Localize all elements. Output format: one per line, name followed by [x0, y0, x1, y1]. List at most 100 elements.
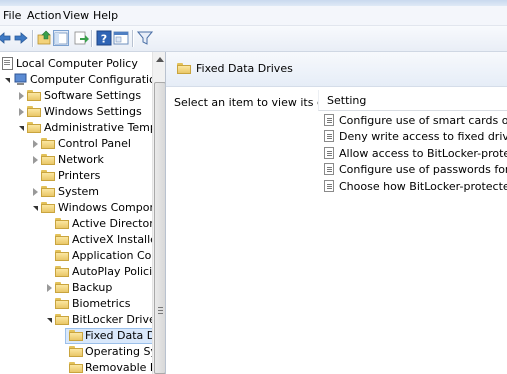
- computer-icon: [14, 73, 27, 85]
- tree-item-active-directory-federation[interactable]: Active Directory Feder: [0, 216, 152, 232]
- policy-setting-icon: [324, 147, 334, 159]
- expander-closed-icon[interactable]: [19, 108, 24, 116]
- expander-closed-icon[interactable]: [33, 140, 38, 148]
- setting-label: Configure use of passwords for fixed dat…: [339, 163, 507, 176]
- tree-item-bitlocker-drive-encryption[interactable]: BitLocker Drive Encryp: [0, 312, 152, 328]
- tree-item-operating-system[interactable]: Operating System: [0, 344, 152, 360]
- expander-open-icon[interactable]: [33, 206, 38, 211]
- setting-label: Deny write access to fixed drives not pr…: [339, 130, 507, 143]
- tree-item-biometrics[interactable]: Biometrics: [0, 296, 152, 312]
- tree-item-label: Windows Settings: [44, 105, 142, 118]
- expander-closed-icon[interactable]: [19, 92, 24, 100]
- folder-icon: [41, 170, 55, 181]
- expander-open-icon[interactable]: [5, 78, 10, 83]
- tree-item-application-compatibility[interactable]: Application Compatib: [0, 248, 152, 264]
- tree-item-control-panel[interactable]: Control Panel: [0, 136, 152, 152]
- tree-item-label: Removable Data D: [85, 361, 152, 374]
- menu-action[interactable]: Action: [27, 9, 61, 22]
- details-header: Fixed Data Drives: [166, 52, 507, 87]
- setting-row[interactable]: Allow access to BitLocker-protected fixe…: [324, 146, 507, 162]
- folder-icon: [27, 106, 41, 117]
- tree-item-backup[interactable]: Backup: [0, 280, 152, 296]
- tree-item-removable-data-drives[interactable]: Removable Data D: [0, 360, 152, 374]
- expander-closed-icon[interactable]: [33, 156, 38, 164]
- setting-label: Allow access to BitLocker-protected fixe…: [339, 147, 507, 160]
- tree-item-software-settings[interactable]: Software Settings: [0, 88, 152, 104]
- policy-document-icon: [2, 57, 13, 70]
- scrollbar-thumb[interactable]: [154, 82, 165, 374]
- console-tree[interactable]: Local Computer Policy Computer Configura…: [0, 52, 166, 374]
- folder-icon: [55, 266, 69, 277]
- tree-item-windows-components[interactable]: Windows Components: [0, 200, 165, 216]
- tree-item-administrative-templates[interactable]: Administrative Templates: [0, 120, 165, 136]
- folder-icon: [27, 122, 41, 133]
- tree-item-label: Network: [58, 153, 104, 166]
- tree-item-printers[interactable]: Printers: [0, 168, 152, 184]
- toolbar-separator: [32, 30, 34, 47]
- up-folder-icon[interactable]: [37, 30, 53, 46]
- folder-icon: [55, 218, 69, 229]
- toolbar: ?: [0, 26, 507, 52]
- filter-icon[interactable]: [137, 30, 153, 46]
- menu-view[interactable]: View: [63, 9, 89, 22]
- menu-file[interactable]: File: [3, 9, 21, 22]
- folder-icon: [69, 362, 83, 373]
- setting-row[interactable]: Configure use of smart cards on fixed da…: [324, 113, 507, 129]
- setting-row[interactable]: Deny write access to fixed drives not pr…: [324, 129, 507, 145]
- expander-open-icon[interactable]: [47, 318, 52, 323]
- tree-item-windows-settings[interactable]: Windows Settings: [0, 104, 152, 120]
- show-hide-tree-icon[interactable]: [53, 30, 69, 46]
- help-icon[interactable]: ?: [96, 30, 112, 46]
- expander-open-icon[interactable]: [19, 126, 24, 131]
- tree-item-label: Backup: [72, 281, 113, 294]
- toolbar-separator: [91, 30, 93, 47]
- folder-icon: [55, 234, 69, 245]
- tree-item-label: ActiveX Installer Servic: [72, 233, 152, 246]
- back-arrow-icon[interactable]: [0, 30, 12, 46]
- tree-item-system[interactable]: System: [0, 184, 152, 200]
- tree-item-label: Operating System: [85, 345, 152, 358]
- forward-arrow-icon[interactable]: [13, 30, 29, 46]
- expander-closed-icon[interactable]: [33, 188, 38, 196]
- tree-item-activex-installer-service[interactable]: ActiveX Installer Servic: [0, 232, 152, 248]
- tree-item-autoplay-policies[interactable]: AutoPlay Policies: [0, 264, 152, 280]
- folder-icon: [41, 138, 55, 149]
- folder-icon: [55, 298, 69, 309]
- tree-item-network[interactable]: Network: [0, 152, 152, 168]
- tree-item-label: Fixed Data Drives: [85, 329, 152, 342]
- export-list-icon[interactable]: [73, 30, 89, 46]
- tree-vertical-scrollbar[interactable]: [152, 52, 165, 374]
- folder-icon: [55, 250, 69, 261]
- policy-setting-icon: [324, 163, 334, 175]
- tree-item-label: BitLocker Drive Encryp: [72, 313, 152, 326]
- policy-setting-icon: [324, 114, 334, 126]
- column-header-setting[interactable]: Setting: [318, 90, 507, 111]
- properties-icon[interactable]: [113, 30, 129, 46]
- scroll-up-icon[interactable]: [156, 57, 164, 62]
- menu-bar: File Action View Help: [0, 6, 507, 26]
- folder-icon: [55, 282, 69, 293]
- toolbar-separator: [132, 30, 134, 47]
- expander-closed-icon[interactable]: [47, 284, 52, 292]
- column-header-label: Setting: [327, 94, 367, 107]
- folder-icon: [69, 330, 83, 341]
- folder-icon: [41, 154, 55, 165]
- policy-setting-icon: [324, 180, 334, 192]
- folder-icon: [69, 346, 83, 357]
- tree-item-label: Administrative Templates: [44, 121, 165, 134]
- tree-item-computer-configuration[interactable]: Computer Configuration: [0, 72, 163, 88]
- policy-setting-icon: [324, 130, 334, 142]
- setting-row[interactable]: Configure use of passwords for fixed dat…: [324, 162, 507, 178]
- tree-item-label: Computer Configuration: [30, 73, 163, 86]
- tree-item-label: Control Panel: [58, 137, 131, 150]
- tree-item-local-computer-policy[interactable]: Local Computer Policy: [0, 56, 152, 72]
- setting-row[interactable]: Choose how BitLocker-protected fixed dri…: [324, 179, 507, 195]
- folder-icon: [41, 186, 55, 197]
- svg-text:?: ?: [101, 33, 107, 46]
- details-title: Fixed Data Drives: [196, 62, 293, 75]
- tree-item-label: Active Directory Feder: [72, 217, 152, 230]
- tree-item-fixed-data-drives[interactable]: Fixed Data Drives: [0, 328, 152, 344]
- tree-item-label: AutoPlay Policies: [72, 265, 152, 278]
- menu-help[interactable]: Help: [93, 9, 118, 22]
- tree-item-label: Windows Components: [58, 201, 165, 214]
